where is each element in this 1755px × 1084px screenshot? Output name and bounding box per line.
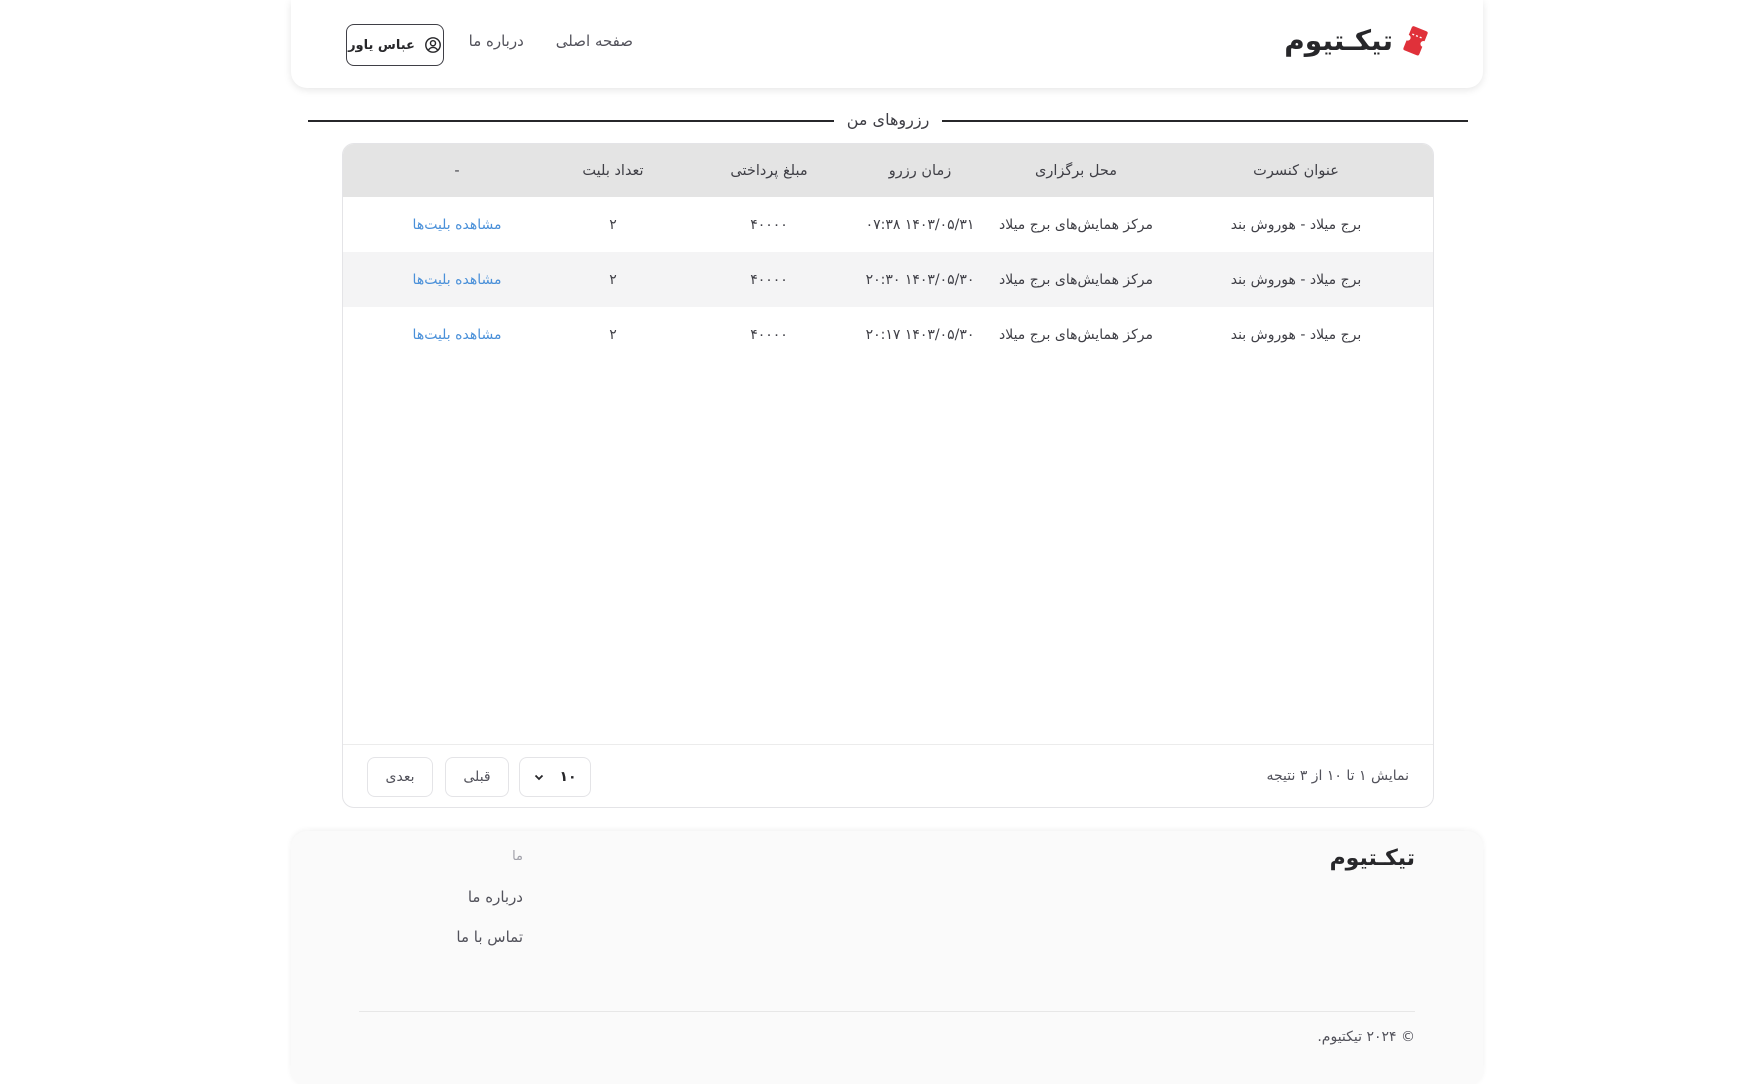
site-header: تیکـتیوم صفحه اصلی درباره ما عباس یاور	[291, 0, 1483, 88]
divider-line	[942, 120, 1468, 122]
table-row: برج میلاد - هوروش بند مرکز همایش‌های برج…	[343, 307, 1433, 362]
table-header: عنوان کنسرت محل برگزاری زمان رزرو مبلغ پ…	[343, 144, 1433, 197]
column-header-title: عنوان کنسرت	[1253, 162, 1339, 179]
table-row: برج میلاد - هوروش بند مرکز همایش‌های برج…	[343, 252, 1433, 307]
column-header-count: تعداد بلیت	[582, 162, 644, 179]
column-header-place: محل برگزاری	[1034, 162, 1118, 179]
cell-title: برج میلاد - هوروش بند	[1230, 216, 1362, 233]
pagination-divider	[343, 744, 1433, 745]
user-circle-icon	[425, 37, 441, 53]
cell-time: ۱۴۰۳/۰۵/۳۱ ۰۷:۳۸	[865, 216, 975, 233]
cell-count: ۲	[609, 216, 617, 233]
divider-line	[308, 120, 834, 122]
cell-time: ۱۴۰۳/۰۵/۳۰ ۲۰:۱۷	[865, 326, 975, 343]
brand-logo[interactable]: تیکـتیوم	[1284, 24, 1431, 57]
cell-time: ۱۴۰۳/۰۵/۳۰ ۲۰:۳۰	[865, 271, 975, 288]
cell-amount: ۴۰۰۰۰	[750, 271, 788, 288]
footer-brand: تیکـتیوم	[1329, 846, 1415, 871]
footer-column-title: ما	[512, 849, 523, 864]
column-header-action: -	[454, 162, 460, 179]
user-account-button[interactable]: عباس یاور	[346, 24, 444, 66]
view-tickets-link[interactable]: مشاهده بلیت‌ها	[379, 197, 535, 252]
section-heading: رزروهای من	[308, 107, 1468, 135]
cell-place: مرکز همایش‌های برج میلاد	[998, 326, 1154, 343]
cell-amount: ۴۰۰۰۰	[750, 326, 788, 343]
user-name: عباس یاور	[348, 37, 415, 53]
table-row: برج میلاد - هوروش بند مرکز همایش‌های برج…	[343, 197, 1433, 252]
page-size-select[interactable]: ۱۰	[519, 757, 591, 797]
next-page-button[interactable]: بعدی	[367, 757, 433, 797]
cell-amount: ۴۰۰۰۰	[750, 216, 788, 233]
chevron-down-icon	[535, 774, 544, 781]
footer-link-about[interactable]: درباره ما	[468, 888, 523, 906]
reservations-table: عنوان کنسرت محل برگزاری زمان رزرو مبلغ پ…	[342, 143, 1434, 808]
nav-link-home[interactable]: صفحه اصلی	[556, 32, 633, 50]
nav-link-about[interactable]: درباره ما	[469, 32, 524, 50]
copyright-text: © ۲۰۲۴ تیکتیوم.	[1317, 1029, 1415, 1045]
page-size-value: ۱۰	[559, 769, 577, 785]
prev-page-button[interactable]: قبلی	[445, 757, 509, 797]
brand-name: تیکـتیوم	[1284, 24, 1393, 57]
view-tickets-link[interactable]: مشاهده بلیت‌ها	[379, 252, 535, 307]
footer-link-contact[interactable]: تماس با ما	[456, 928, 523, 946]
column-header-amount: مبلغ پرداختی	[730, 162, 808, 179]
cell-count: ۲	[609, 326, 617, 343]
cell-count: ۲	[609, 271, 617, 288]
cell-title: برج میلاد - هوروش بند	[1230, 271, 1362, 288]
site-footer: تیکـتیوم ما درباره ما تماس با ما © ۲۰۲۴ …	[291, 831, 1483, 1084]
main-nav: صفحه اصلی درباره ما	[469, 32, 633, 50]
cell-title: برج میلاد - هوروش بند	[1230, 326, 1362, 343]
page-title: رزروهای من	[846, 110, 930, 129]
cell-place: مرکز همایش‌های برج میلاد	[998, 271, 1154, 288]
column-header-time: زمان رزرو	[888, 162, 952, 179]
cell-place: مرکز همایش‌های برج میلاد	[998, 216, 1154, 233]
view-tickets-link[interactable]: مشاهده بلیت‌ها	[379, 307, 535, 362]
pagination-summary: نمایش ۱ تا ۱۰ از ۳ نتیجه	[1266, 768, 1409, 784]
ticket-logo-icon	[1403, 25, 1428, 55]
footer-divider	[359, 1011, 1415, 1012]
